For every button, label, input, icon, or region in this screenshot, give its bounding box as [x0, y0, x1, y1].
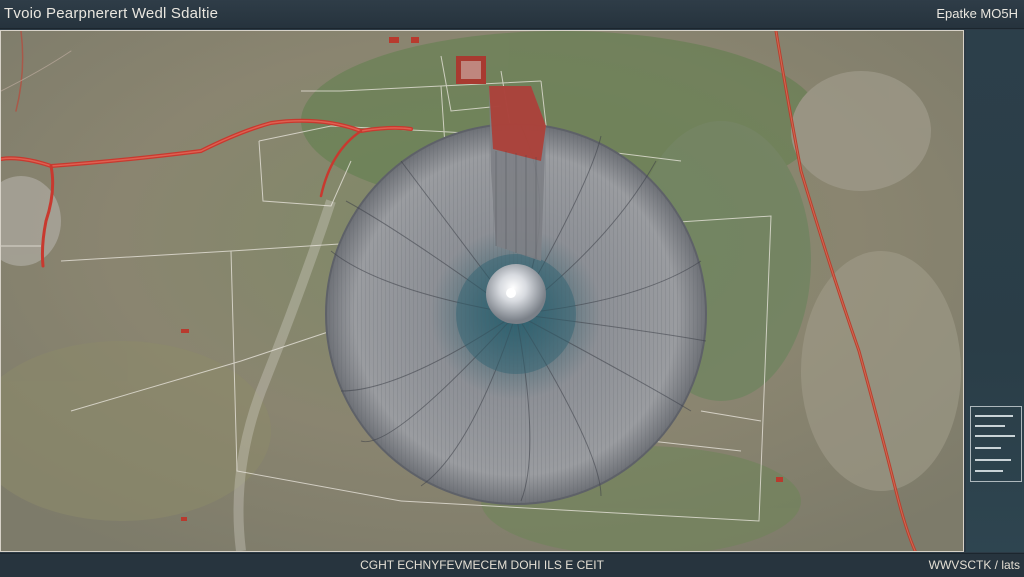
map-caption: CGHT ECHNYFEVMECEM DOHI ILS E CEIT — [360, 558, 604, 572]
legend-panel[interactable] — [970, 406, 1022, 482]
status-bar: CGHT ECHNYFEVMECEM DOHI ILS E CEIT WWVSC… — [0, 553, 1024, 577]
center-sphere — [486, 264, 546, 324]
map-view[interactable] — [0, 30, 964, 552]
title-bar: Tvoio Pearpnerert Wedl Sdaltie Epatke MO… — [0, 0, 1024, 29]
map-canvas[interactable] — [1, 31, 964, 552]
map-mode-label[interactable]: Epatke MO5H — [936, 6, 1018, 21]
map-title: Tvoio Pearpnerert Wedl Sdaltie — [4, 5, 219, 22]
scale-label: WWVSCTK / lats — [928, 558, 1020, 572]
